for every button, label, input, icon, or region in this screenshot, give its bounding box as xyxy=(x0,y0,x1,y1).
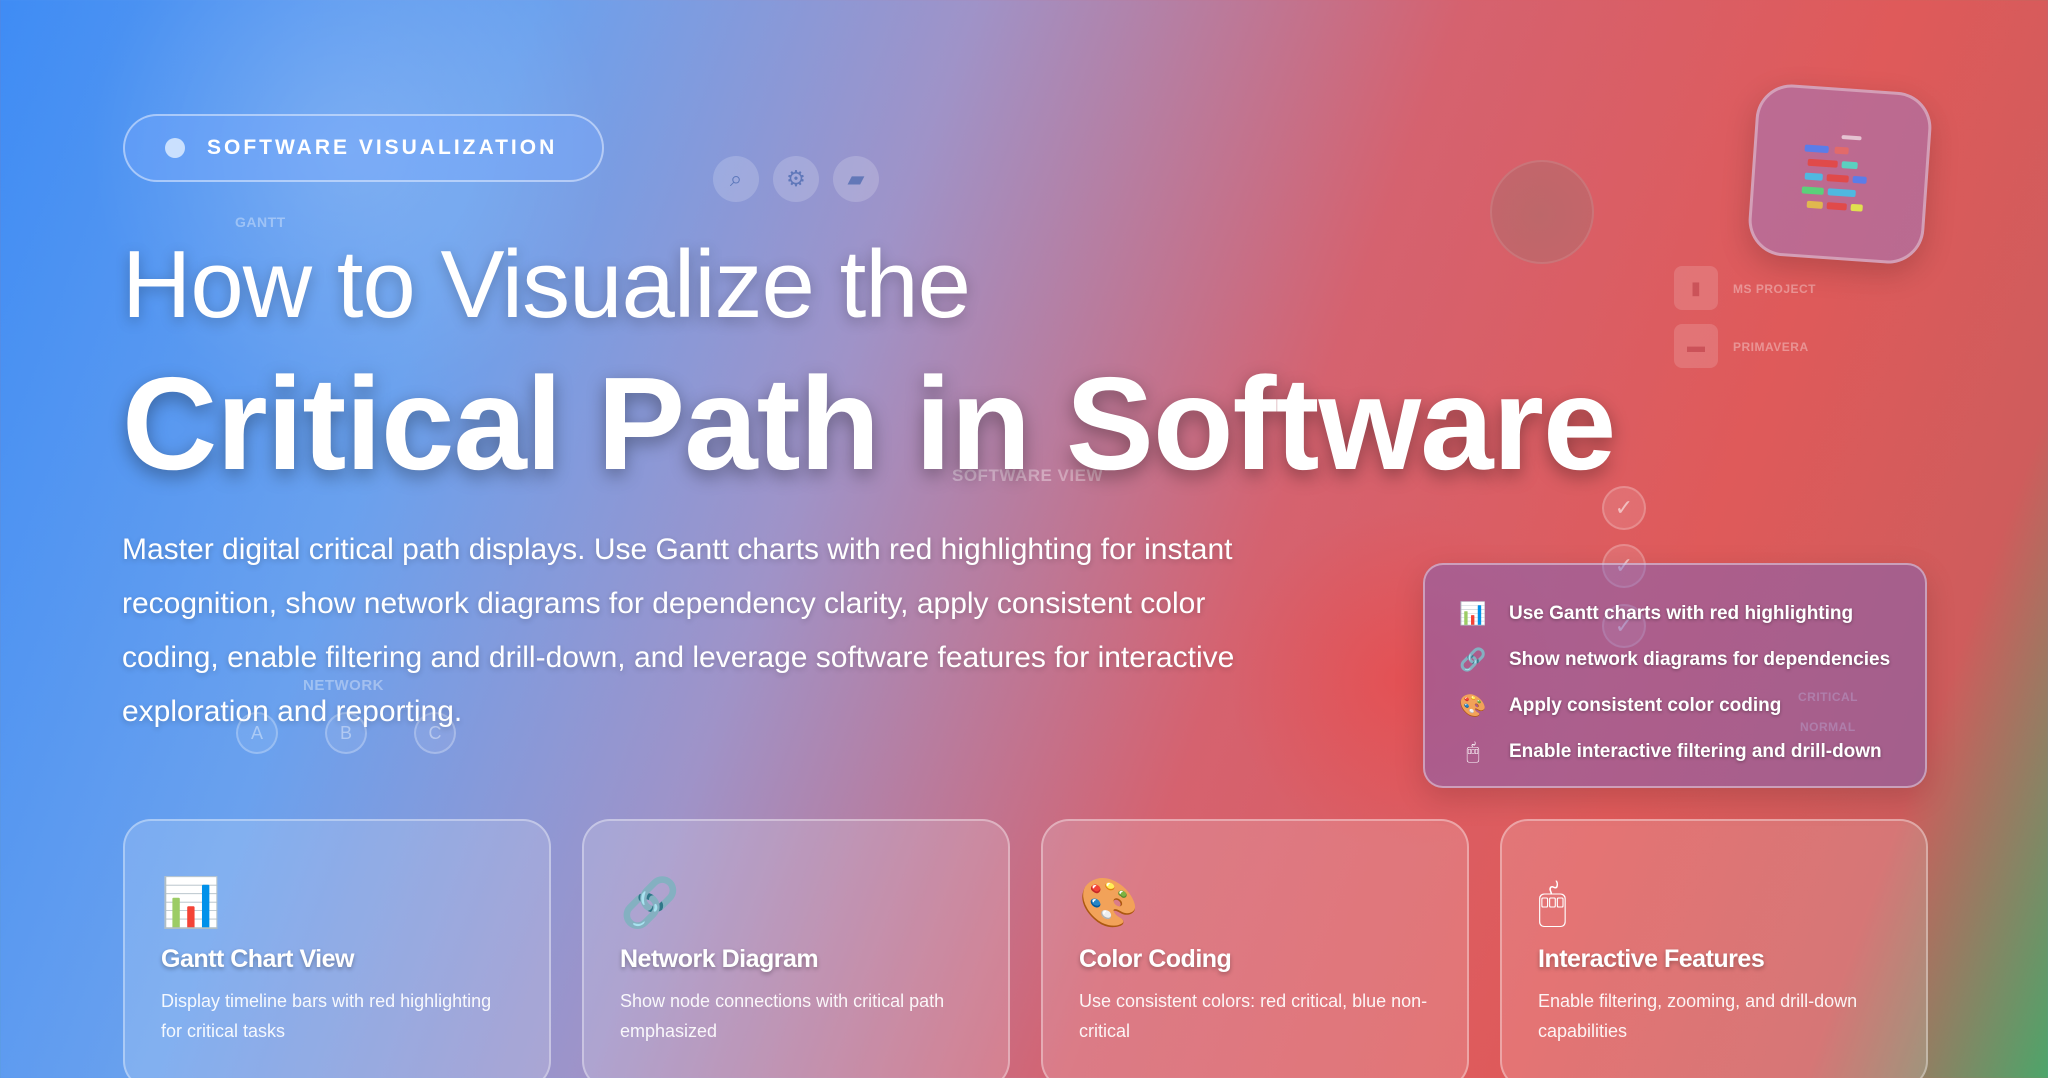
category-badge: SOFTWARE VISUALIZATION xyxy=(123,114,604,182)
card-description: Display timeline bars with red highlight… xyxy=(161,991,492,1041)
feature-card-interactive[interactable]: 🖱 Interactive Features Enable filtering,… xyxy=(1500,819,1928,1078)
link-icon: 🔗 xyxy=(1459,647,1487,672)
bg-label-gantt: GANTT xyxy=(235,214,286,230)
gear-icon: ⚙ xyxy=(773,156,819,202)
card-title: Color Coding xyxy=(1079,945,1232,973)
link-icon: 🔗 xyxy=(620,877,680,930)
bg-decor-circle xyxy=(1490,160,1594,264)
card-description: Use consistent colors: red critical, blu… xyxy=(1079,991,1428,1041)
tip-text: Enable interactive filtering and drill-d… xyxy=(1509,741,1882,762)
badge-label: SOFTWARE VISUALIZATION xyxy=(207,136,558,159)
feature-card-network[interactable]: 🔗 Network Diagram Show node connections … xyxy=(582,819,1010,1078)
badge-dot-icon xyxy=(165,138,185,158)
bg-label-primavera: PRIMAVERA xyxy=(1733,340,1809,354)
tip-text: Use Gantt charts with red highlighting xyxy=(1509,603,1854,624)
bg-briefcase-icon: ▬ xyxy=(1674,324,1718,368)
palette-icon: 🎨 xyxy=(1079,877,1139,930)
card-title: Network Diagram xyxy=(620,945,819,973)
bar-chart-icon: 📊 xyxy=(1459,601,1487,626)
bg-label-ms-project: MS PROJECT xyxy=(1733,282,1817,296)
page-title-line1: How to Visualize the xyxy=(122,231,971,338)
card-title: Gantt Chart View xyxy=(161,945,354,973)
tip-item: 🔗 Show network diagrams for dependencies xyxy=(1459,637,1925,683)
tip-item: 📊 Use Gantt charts with red highlighting xyxy=(1459,591,1925,637)
bar-chart-icon: 📊 xyxy=(161,877,221,930)
card-description: Show node connections with critical path… xyxy=(620,991,945,1041)
page-title-line2: Critical Path in Software xyxy=(122,350,1616,497)
tips-panel: 📊 Use Gantt charts with red highlighting… xyxy=(1423,563,1927,788)
search-icon: ⌕ xyxy=(713,156,759,202)
mouse-icon: 🖱 xyxy=(1466,739,1480,764)
tip-text: Show network diagrams for dependencies xyxy=(1509,649,1891,670)
hero-description: Master digital critical path displays. U… xyxy=(122,533,1235,728)
tip-item: 🎨 Apply consistent color coding xyxy=(1459,683,1925,729)
card-title: Interactive Features xyxy=(1538,945,1765,973)
folder-icon: ▰ xyxy=(833,156,879,202)
gantt-app-tile-icon xyxy=(1746,82,1934,266)
tip-text: Apply consistent color coding xyxy=(1509,695,1782,716)
mouse-icon: 🖱 xyxy=(1538,877,1567,930)
palette-icon: 🎨 xyxy=(1459,693,1487,718)
card-description: Enable filtering, zooming, and drill-dow… xyxy=(1538,991,1858,1041)
feature-card-color-coding[interactable]: 🎨 Color Coding Use consistent colors: re… xyxy=(1041,819,1469,1078)
feature-card-gantt[interactable]: 📊 Gantt Chart View Display timeline bars… xyxy=(123,819,551,1078)
tip-item: 🖱 Enable interactive filtering and drill… xyxy=(1459,729,1925,775)
bg-bar-chart-icon: ▮ xyxy=(1674,266,1718,310)
